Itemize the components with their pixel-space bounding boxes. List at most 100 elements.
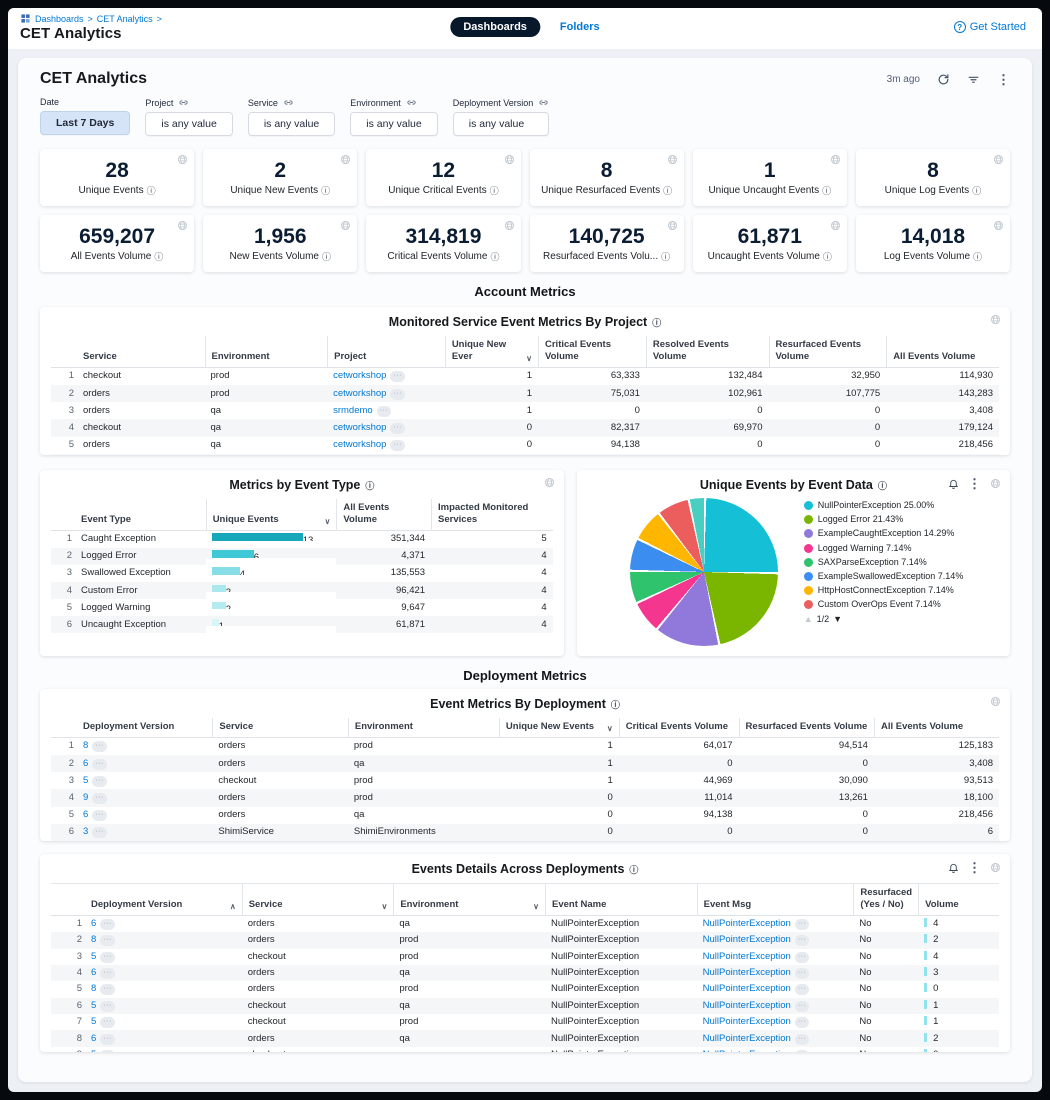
tab-dashboards[interactable]: Dashboards xyxy=(450,17,540,37)
cell-link[interactable]: 6 xyxy=(91,918,96,929)
cell-link[interactable]: 5 xyxy=(91,1000,96,1011)
info-icon[interactable]: ⓘ xyxy=(321,184,330,197)
column-header-resurfaced-events-volume[interactable]: Resurfaced Events Volume xyxy=(739,718,874,738)
column-header-event-name[interactable]: Event Name xyxy=(545,883,697,916)
cell-link[interactable]: 6 xyxy=(83,809,88,820)
column-header-all-events-volume[interactable]: All Events Volume xyxy=(886,336,999,368)
refresh-icon[interactable] xyxy=(937,73,950,86)
pie-chart[interactable] xyxy=(630,498,778,646)
info-icon[interactable]: ⓘ xyxy=(878,479,887,492)
get-started-link[interactable]: ? Get Started xyxy=(954,21,1026,33)
column-header-unique-new-ever[interactable]: Unique New Ever∨ xyxy=(445,336,538,368)
column-header-resurfaced[interactable]: Resurfaced(Yes / No) xyxy=(853,883,918,916)
triangle-up-icon[interactable]: ▲ xyxy=(804,614,813,624)
ellipsis-badge[interactable]: ··· xyxy=(92,759,107,770)
info-icon[interactable]: ⓘ xyxy=(973,250,982,263)
cell-link[interactable]: srmdemo xyxy=(333,405,373,416)
cell-link[interactable]: NullPointerException xyxy=(703,1016,791,1027)
ellipsis-badge[interactable]: ··· xyxy=(100,1050,115,1052)
cell-link[interactable]: NullPointerException xyxy=(703,1049,791,1052)
info-icon[interactable]: ⓘ xyxy=(663,184,672,197)
column-header-environment[interactable]: Environment∨ xyxy=(393,883,545,916)
ellipsis-badge[interactable]: ··· xyxy=(795,935,810,946)
info-icon[interactable]: ⓘ xyxy=(972,184,981,197)
info-icon[interactable]: ⓘ xyxy=(490,184,499,197)
ellipsis-badge[interactable]: ··· xyxy=(100,968,115,979)
ellipsis-badge[interactable]: ··· xyxy=(92,793,107,804)
ellipsis-badge[interactable]: ··· xyxy=(92,741,107,752)
ellipsis-badge[interactable]: ··· xyxy=(100,1034,115,1045)
ellipsis-badge[interactable]: ··· xyxy=(795,984,810,995)
info-icon[interactable]: ⓘ xyxy=(365,479,374,492)
info-icon[interactable]: ⓘ xyxy=(490,250,499,263)
column-header-volume[interactable]: Volume xyxy=(918,883,999,916)
ellipsis-badge[interactable]: ··· xyxy=(100,919,115,930)
ellipsis-badge[interactable]: ··· xyxy=(795,1017,810,1028)
column-header-resolved-events-volume[interactable]: Resolved Events Volume xyxy=(646,336,769,368)
ellipsis-badge[interactable]: ··· xyxy=(795,1050,810,1052)
legend-item[interactable]: HttpHostConnectException 7.14% xyxy=(804,585,982,597)
ellipsis-badge[interactable]: ··· xyxy=(100,1001,115,1012)
column-header-event-msg[interactable]: Event Msg xyxy=(697,883,854,916)
kebab-menu-icon[interactable]: ⋮ xyxy=(997,73,1010,86)
cell-link[interactable]: 9 xyxy=(83,792,88,803)
ellipsis-badge[interactable]: ··· xyxy=(795,952,810,963)
bell-icon[interactable] xyxy=(948,862,959,873)
cell-link[interactable]: cetworkshop xyxy=(333,422,386,433)
info-icon[interactable]: ⓘ xyxy=(822,184,831,197)
cell-link[interactable]: 5 xyxy=(83,775,88,786)
column-header-deployment-version[interactable]: Deployment Version xyxy=(77,718,212,738)
ellipsis-badge[interactable]: ··· xyxy=(795,1001,810,1012)
cell-link[interactable]: NullPointerException xyxy=(703,983,791,994)
ellipsis-badge[interactable]: ··· xyxy=(92,810,107,821)
ellipsis-badge[interactable]: ··· xyxy=(390,389,405,400)
cell-link[interactable]: NullPointerException xyxy=(703,1033,791,1044)
breadcrumb-dashboards[interactable]: Dashboards xyxy=(35,14,84,24)
cell-link[interactable]: 5 xyxy=(91,1016,96,1027)
info-icon[interactable]: ⓘ xyxy=(652,316,661,329)
sort-desc-icon[interactable]: ∨ xyxy=(522,354,532,363)
filter-value-chip[interactable]: is any value xyxy=(248,112,335,136)
tab-folders[interactable]: Folders xyxy=(560,21,600,33)
cell-link[interactable]: 8 xyxy=(91,934,96,945)
cell-link[interactable]: NullPointerException xyxy=(703,1000,791,1011)
kebab-menu-icon[interactable]: ⋮ xyxy=(968,477,981,490)
filter-value-chip[interactable]: is any value xyxy=(453,112,550,136)
filter-value-chip[interactable]: Last 7 Days xyxy=(40,111,130,135)
column-header-deployment-version[interactable]: Deployment Version∧ xyxy=(85,883,242,916)
legend-item[interactable]: NullPointerException 25.00% xyxy=(804,500,982,512)
ellipsis-badge[interactable]: ··· xyxy=(390,371,405,382)
ellipsis-badge[interactable]: ··· xyxy=(795,919,810,930)
cell-link[interactable]: NullPointerException xyxy=(703,918,791,929)
column-header-service[interactable]: Service∨ xyxy=(242,883,394,916)
info-icon[interactable]: ⓘ xyxy=(629,863,638,876)
info-icon[interactable]: ⓘ xyxy=(322,250,331,263)
info-icon[interactable]: ⓘ xyxy=(661,250,670,263)
filter-value-chip[interactable]: is any value xyxy=(145,112,232,136)
column-header-resurfaced-events-volume[interactable]: Resurfaced Events Volume xyxy=(769,336,887,368)
legend-item[interactable]: ExampleCaughtException 14.29% xyxy=(804,528,982,540)
column-header-service[interactable]: Service xyxy=(77,336,205,368)
cell-link[interactable]: 6 xyxy=(83,758,88,769)
legend-item[interactable]: Logged Warning 7.14% xyxy=(804,543,982,555)
ellipsis-badge[interactable]: ··· xyxy=(377,406,392,417)
cell-link[interactable]: NullPointerException xyxy=(703,934,791,945)
column-header-project[interactable]: Project xyxy=(327,336,445,368)
cell-link[interactable]: 8 xyxy=(83,740,88,751)
cell-link[interactable]: 6 xyxy=(91,967,96,978)
column-header-impacted-monitored-services[interactable]: Impacted Monitored Services xyxy=(431,499,553,531)
ellipsis-badge[interactable]: ··· xyxy=(100,984,115,995)
cell-link[interactable]: 3 xyxy=(83,826,88,837)
legend-item[interactable]: ExampleSwallowedException 7.14% xyxy=(804,571,982,583)
column-header-unique-new-events[interactable]: Unique New Events∨ xyxy=(499,718,619,738)
cell-link[interactable]: NullPointerException xyxy=(703,967,791,978)
cell-link[interactable]: 6 xyxy=(91,1033,96,1044)
triangle-down-icon[interactable]: ▼ xyxy=(833,614,842,624)
column-header-unique-events[interactable]: Unique Events∨ xyxy=(206,499,337,531)
info-icon[interactable]: ⓘ xyxy=(147,184,156,197)
cell-link[interactable]: 8 xyxy=(91,983,96,994)
ellipsis-badge[interactable]: ··· xyxy=(390,440,405,451)
cell-link[interactable]: 5 xyxy=(91,951,96,962)
ellipsis-badge[interactable]: ··· xyxy=(100,952,115,963)
cell-link[interactable]: cetworkshop xyxy=(333,439,386,450)
